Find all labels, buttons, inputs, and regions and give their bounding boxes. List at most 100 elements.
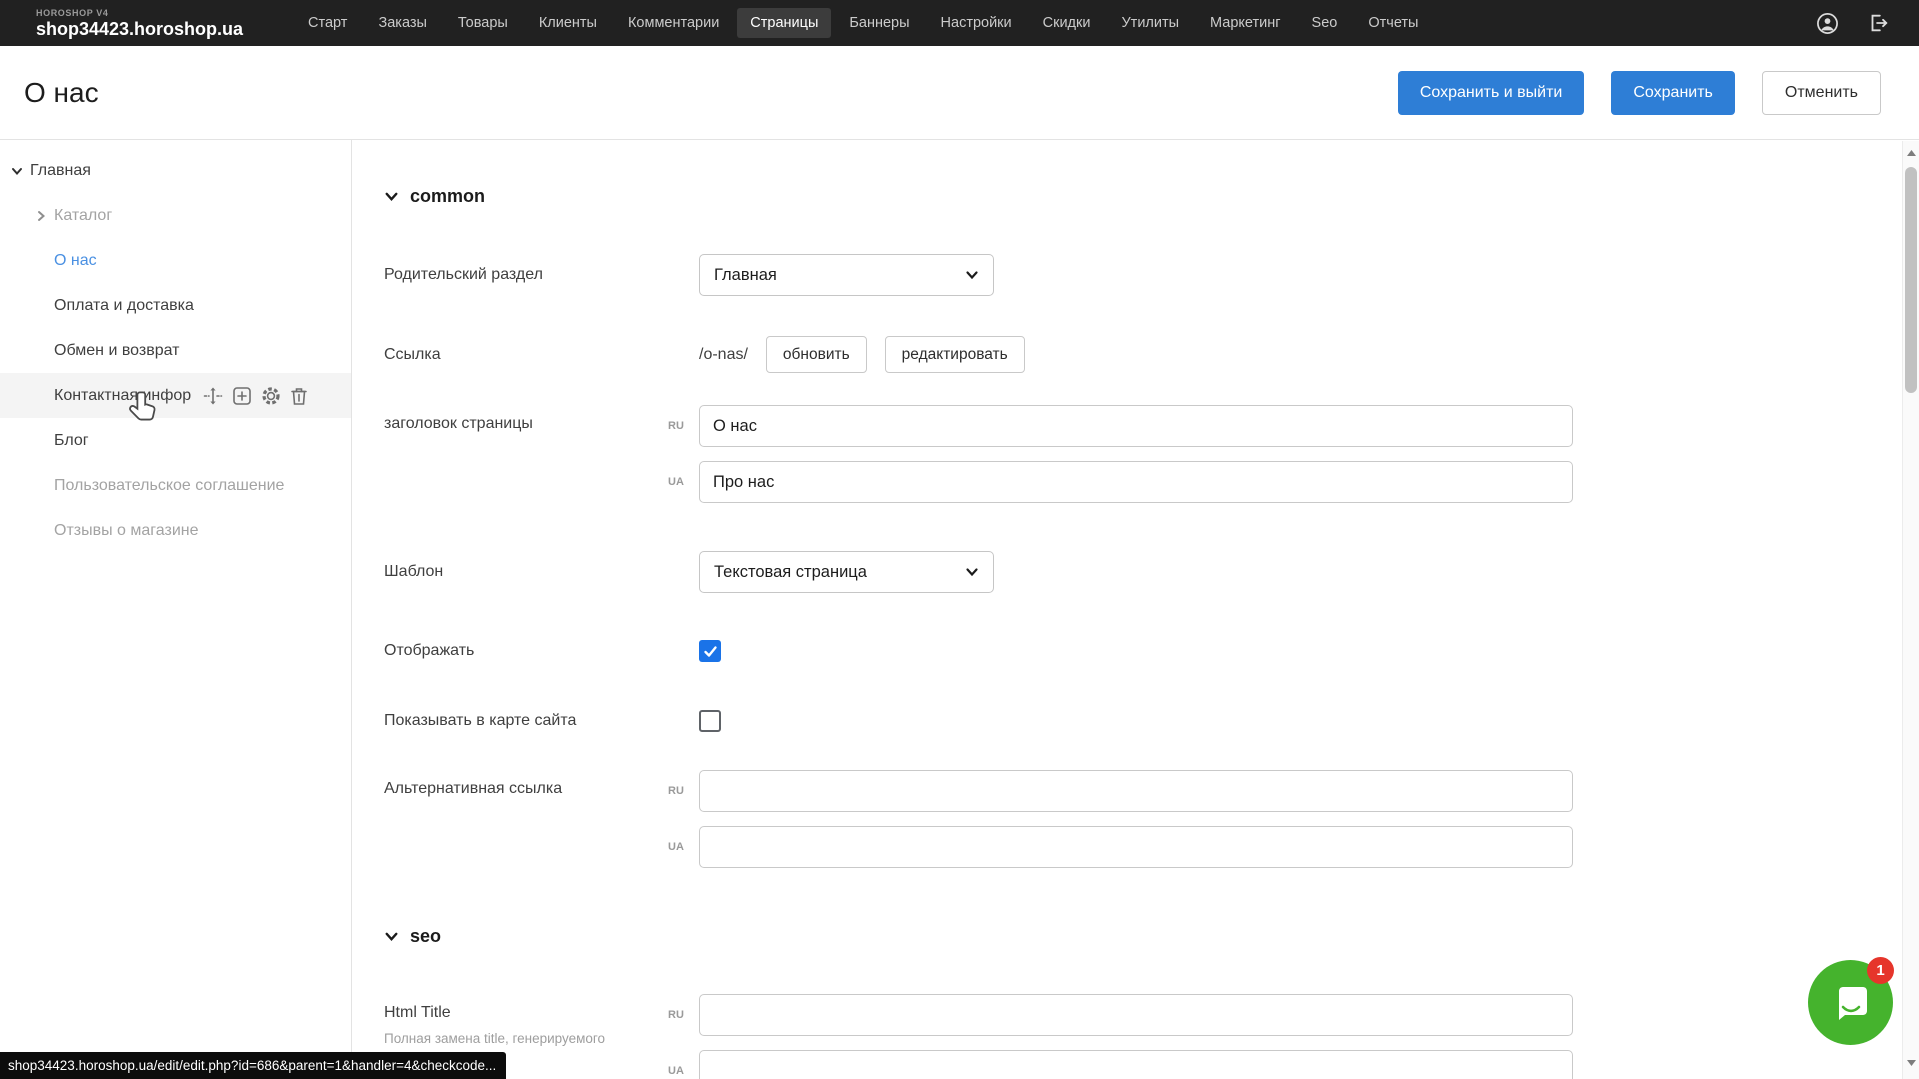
lang-ua-badge: UA [668,841,684,853]
sidebar-item-label: Блог [54,432,89,450]
nav-item-seo[interactable]: Seo [1299,8,1351,38]
nav-item-comments[interactable]: Комментарии [615,8,732,38]
parent-section-label: Родительский раздел [384,266,699,284]
sidebar-item-label: О нас [54,252,97,270]
scroll-down-arrow[interactable] [1903,1055,1919,1071]
scrollbar-thumb[interactable] [1905,167,1917,393]
chevron-down-icon [965,268,979,282]
section-seo-header[interactable]: seo [384,926,1919,947]
page-title-label: заголовок страницы [384,405,699,433]
template-select[interactable]: Текстовая страница [699,551,994,593]
html-title-hint: Полная замена title, генерируемого [384,1031,634,1048]
sidebar-item-label: Пользовательское соглашение [54,477,284,495]
page-title-row: заголовок страницы RU UA [384,405,1919,503]
nav-item-products[interactable]: Товары [445,8,521,38]
page-header: О нас Сохранить и выйти Сохранить Отмени… [0,46,1919,140]
nav-item-start[interactable]: Старт [295,8,360,38]
page-title-ru-input[interactable] [699,405,1573,447]
chevron-down-icon [384,189,399,204]
top-menu: Старт Заказы Товары Клиенты Комментарии … [295,8,1431,38]
page-title-ua-input[interactable] [699,461,1573,503]
display-checkbox[interactable] [699,640,721,662]
lang-ru-badge: RU [668,785,684,797]
content-scrollbar[interactable] [1902,141,1919,1079]
chevron-down-icon[interactable] [10,164,24,178]
add-icon[interactable] [232,386,252,406]
sidebar-item-otzyvy[interactable]: Отзывы о магазине [0,508,351,553]
pages-tree-sidebar: Главная Каталог О нас Оплата и доставка … [0,140,352,1079]
settings-icon[interactable] [261,386,281,406]
html-title-label: Html Title [384,1004,699,1022]
template-label: Шаблон [384,563,699,581]
lang-ua-badge: UA [668,476,684,488]
nav-item-orders[interactable]: Заказы [365,8,439,38]
page-edit-form: common Родительский раздел Главная Ссылк… [352,140,1919,1079]
page-title: О нас [24,77,99,109]
link-label: Ссылка [384,346,699,364]
save-button[interactable]: Сохранить [1611,71,1735,115]
scroll-up-arrow[interactable] [1903,145,1919,161]
chat-bubble-icon [1829,981,1873,1025]
sidebar-item-glavnaya[interactable]: Главная [0,148,351,193]
chat-launcher-button[interactable]: 1 [1808,960,1893,1045]
logout-icon[interactable] [1867,12,1889,34]
nav-item-reports[interactable]: Отчеты [1355,8,1431,38]
lang-ua-badge: UA [668,1065,684,1077]
parent-section-select[interactable]: Главная [699,254,994,296]
chevron-down-icon [384,929,399,944]
sitemap-checkbox[interactable] [699,710,721,732]
cancel-button[interactable]: Отменить [1762,71,1881,115]
html-title-ru-input[interactable] [699,994,1573,1036]
sidebar-item-label: Отзывы о магазине [54,522,199,540]
alt-link-label: Альтернативная ссылка [384,770,699,798]
html-title-label-block: Html Title Полная замена title, генериру… [384,994,699,1048]
nav-item-utilities[interactable]: Утилиты [1108,8,1192,38]
display-label: Отображать [384,642,699,660]
parent-section-row: Родительский раздел Главная [384,254,1919,296]
link-refresh-button[interactable]: обновить [766,336,867,373]
chat-notification-badge: 1 [1867,957,1894,984]
brand-logo[interactable]: HOROSHOP V4 shop34423.horoshop.ua [36,9,243,38]
alt-link-ru-input[interactable] [699,770,1573,812]
sidebar-item-katalog[interactable]: Каталог [0,193,351,238]
nav-item-pages[interactable]: Страницы [737,8,831,38]
sidebar-item-obmen[interactable]: Обмен и возврат [0,328,351,373]
alt-link-ua-input[interactable] [699,826,1573,868]
sitemap-label: Показывать в карте сайта [384,712,699,730]
sidebar-item-blog[interactable]: Блог [0,418,351,463]
alt-link-row: Альтернативная ссылка RU UA [384,770,1919,868]
chevron-right-icon[interactable] [34,209,48,223]
sidebar-item-label: Главная [30,162,91,180]
html-title-row: Html Title Полная замена title, генериру… [384,994,1919,1079]
sidebar-item-o-nas[interactable]: О нас [0,238,351,283]
main-area: Главная Каталог О нас Оплата и доставка … [0,140,1919,1079]
sidebar-item-oplata[interactable]: Оплата и доставка [0,283,351,328]
link-path: /o-nas/ [699,346,748,364]
nav-item-marketing[interactable]: Маркетинг [1197,8,1294,38]
lang-ru-badge: RU [668,1009,684,1021]
sidebar-item-label: Контактная инфор [54,387,191,405]
move-icon[interactable] [203,386,223,406]
sidebar-item-label: Оплата и доставка [54,297,194,315]
status-url-bar: shop34423.horoshop.ua/edit/edit.php?id=6… [0,1052,506,1079]
link-edit-button[interactable]: редактировать [885,336,1025,373]
lang-ru-badge: RU [668,420,684,432]
html-title-ua-input[interactable] [699,1050,1573,1079]
sidebar-item-label: Обмен и возврат [54,342,179,360]
chevron-down-icon [965,565,979,579]
section-common-header[interactable]: common [384,186,1919,207]
sidebar-item-kontaktnaya[interactable]: Контактная инфор [0,373,351,418]
nav-item-settings[interactable]: Настройки [928,8,1025,38]
sidebar-item-label: Каталог [54,207,112,225]
account-icon[interactable] [1816,12,1839,35]
display-row: Отображать [384,640,1919,662]
link-row: Ссылка /o-nas/ обновить редактировать [384,336,1919,373]
save-and-exit-button[interactable]: Сохранить и выйти [1398,71,1585,115]
template-row: Шаблон Текстовая страница [384,551,1919,593]
sidebar-item-soglashenie[interactable]: Пользовательское соглашение [0,463,351,508]
nav-item-banners[interactable]: Баннеры [836,8,922,38]
nav-item-discounts[interactable]: Скидки [1030,8,1104,38]
nav-item-clients[interactable]: Клиенты [526,8,610,38]
delete-icon[interactable] [290,386,308,406]
brand-version: HOROSHOP V4 [36,9,243,18]
